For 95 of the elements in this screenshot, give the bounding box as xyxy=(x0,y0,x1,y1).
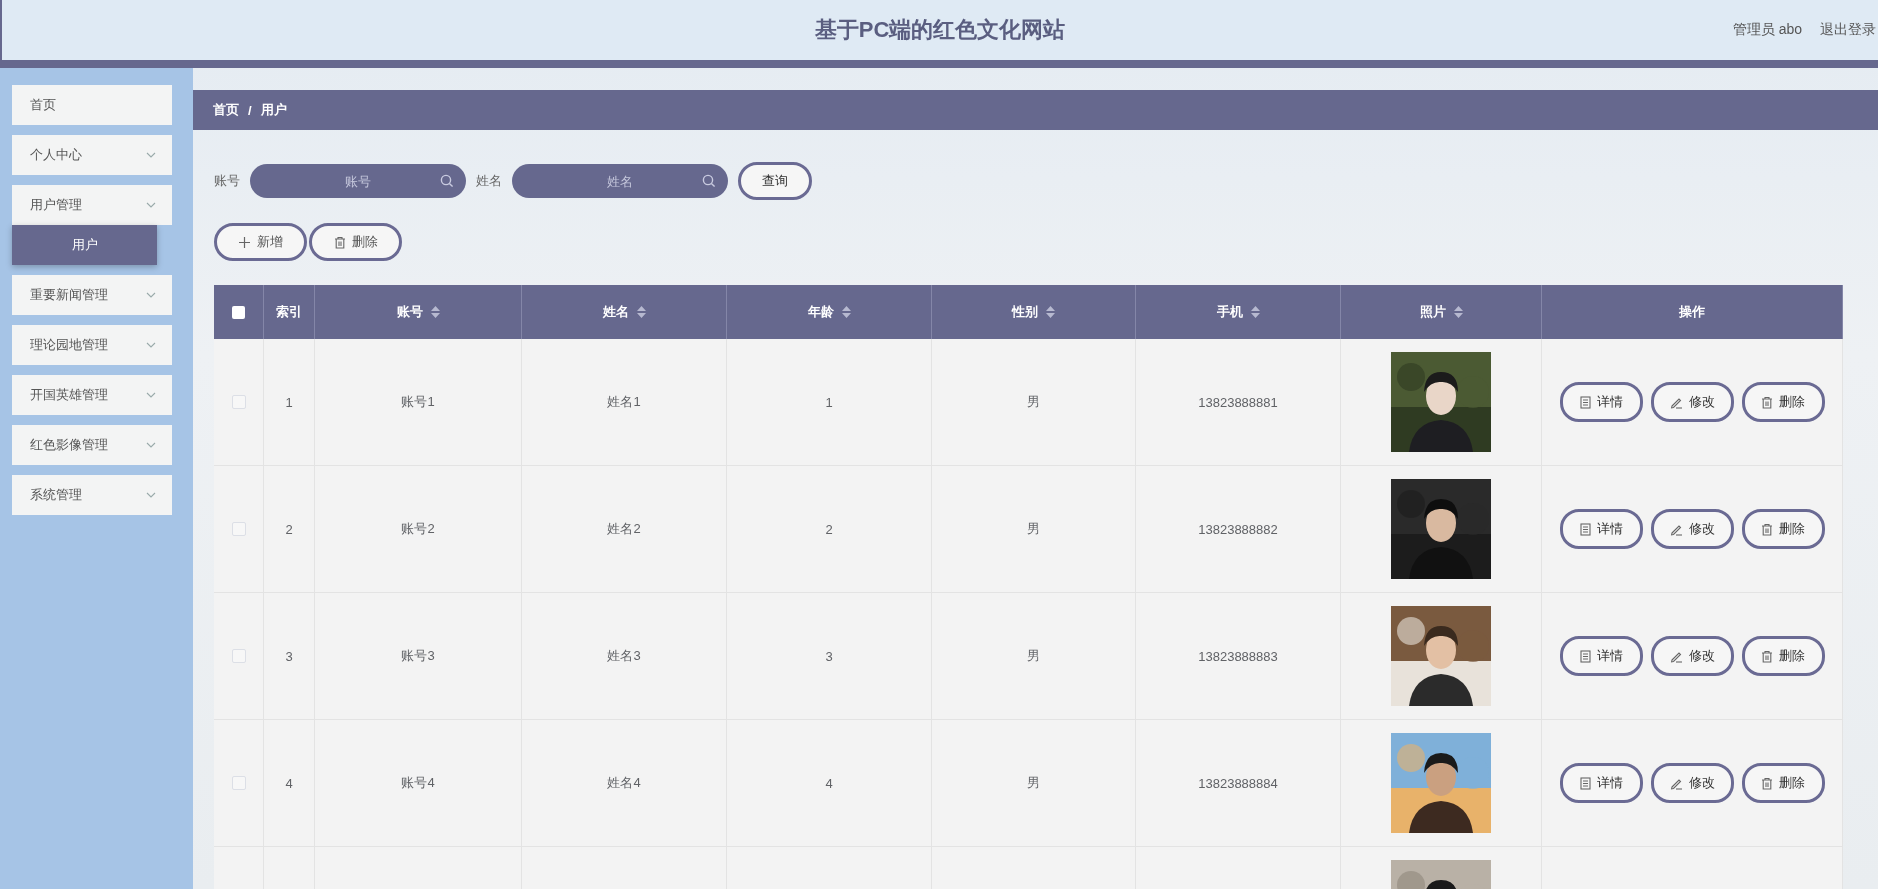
checkbox[interactable] xyxy=(231,776,246,790)
checkbox[interactable] xyxy=(231,522,246,536)
table-cell: 13823888883 xyxy=(1136,593,1341,720)
edit-button[interactable]: 修改 xyxy=(1650,382,1734,422)
detail-button[interactable]: 详情 xyxy=(1559,382,1643,422)
menu-item[interactable]: 用户管理 xyxy=(12,185,172,225)
delete-button[interactable]: 删除 xyxy=(1741,509,1825,549)
checkbox[interactable] xyxy=(231,649,246,663)
plus-icon xyxy=(238,235,251,249)
table-cell: 13823888882 xyxy=(1136,466,1341,593)
edit-button[interactable]: 修改 xyxy=(1650,763,1734,803)
detail-button[interactable]: 详情 xyxy=(1559,763,1643,803)
search-icon xyxy=(440,174,454,188)
document-icon xyxy=(1579,649,1591,663)
search-icon xyxy=(702,174,716,188)
breadcrumb-item[interactable]: 首页 xyxy=(213,101,239,119)
checkbox[interactable] xyxy=(231,395,246,409)
column-header[interactable]: 手机 xyxy=(1136,285,1341,339)
table-cell: 3 xyxy=(264,593,315,720)
table-cell: 姓名2 xyxy=(522,466,727,593)
menu-item[interactable]: 红色影像管理 xyxy=(12,425,172,465)
column-header[interactable]: 姓名 xyxy=(522,285,727,339)
table-cell: 姓名3 xyxy=(522,593,727,720)
table-cell: 账号1 xyxy=(315,339,522,466)
trash-icon xyxy=(1761,522,1773,536)
add-button[interactable]: 新增 xyxy=(214,223,307,261)
column-header[interactable]: 年龄 xyxy=(727,285,932,339)
edit-button[interactable]: 修改 xyxy=(1650,509,1734,549)
breadcrumb-item: 用户 xyxy=(260,101,287,119)
table-cell: 1 xyxy=(727,339,932,466)
search-field[interactable]: 账号 xyxy=(250,164,466,198)
checkbox[interactable] xyxy=(232,305,245,319)
menu-item[interactable]: 开国英雄管理 xyxy=(12,375,172,415)
submenu-item[interactable]: 用户 xyxy=(12,225,157,265)
table-cell: 3 xyxy=(727,593,932,720)
table-cell: 4 xyxy=(264,720,315,847)
column-header[interactable]: 照片 xyxy=(1341,285,1542,339)
breadcrumb-separator: / xyxy=(248,102,252,118)
delete-button[interactable]: 删除 xyxy=(1741,636,1825,676)
trash-icon xyxy=(333,235,346,249)
menu-item[interactable]: 理论园地管理 xyxy=(12,325,172,365)
table-cell: 账号2 xyxy=(315,466,522,593)
table-cell: 男 xyxy=(932,466,1136,593)
user-label: 管理员 abo xyxy=(1732,21,1802,39)
trash-icon xyxy=(1761,649,1773,663)
delete-button[interactable]: 删除 xyxy=(309,223,402,261)
menu-item[interactable]: 系统管理 xyxy=(12,475,172,515)
search-button[interactable]: 查询 xyxy=(738,162,812,200)
menu-item[interactable]: 首页 xyxy=(12,85,172,125)
trash-icon xyxy=(1761,776,1773,790)
document-icon xyxy=(1579,395,1591,409)
sort-icon[interactable] xyxy=(1453,306,1463,318)
logout-link[interactable]: 退出登录 xyxy=(1820,21,1876,39)
table-cell: 男 xyxy=(932,339,1136,466)
detail-button[interactable]: 详情 xyxy=(1559,636,1643,676)
menu-item[interactable]: 重要新闻管理 xyxy=(12,275,172,315)
table-cell: 2 xyxy=(727,466,932,593)
column-title: 年龄 xyxy=(807,303,834,321)
sort-icon[interactable] xyxy=(1046,306,1055,318)
document-icon xyxy=(1579,522,1591,536)
table-cell: 男 xyxy=(932,720,1136,847)
column-header[interactable]: 账号 xyxy=(315,285,522,339)
table-cell: 账号4 xyxy=(315,720,522,847)
edit-button[interactable]: 修改 xyxy=(1650,636,1734,676)
trash-icon xyxy=(1761,395,1773,409)
column-title: 性别 xyxy=(1012,303,1038,321)
table-cell: 姓名1 xyxy=(522,339,727,466)
delete-button[interactable]: 删除 xyxy=(1741,763,1825,803)
delete-button[interactable]: 删除 xyxy=(1741,382,1825,422)
site-title: 基于PC端的红色文化网站 xyxy=(814,16,1066,44)
table-cell: 13823888884 xyxy=(1136,720,1341,847)
column-header[interactable]: 性别 xyxy=(932,285,1136,339)
table-cell: 4 xyxy=(727,720,932,847)
column-title: 姓名 xyxy=(602,303,629,321)
table-cell: 2 xyxy=(264,466,315,593)
column-header: 索引 xyxy=(264,285,315,339)
table-cell: 13823888881 xyxy=(1136,339,1341,466)
table-cell: 1 xyxy=(264,339,315,466)
menu-item[interactable]: 个人中心 xyxy=(12,135,172,175)
sort-icon[interactable] xyxy=(841,306,851,318)
column-title: 账号 xyxy=(396,303,423,321)
sort-icon[interactable] xyxy=(430,306,440,318)
search-field[interactable]: 姓名 xyxy=(512,164,728,198)
column-title: 手机 xyxy=(1216,303,1243,321)
column-title: 照片 xyxy=(1419,303,1446,321)
detail-button[interactable]: 详情 xyxy=(1559,509,1643,549)
document-icon xyxy=(1579,776,1591,790)
table-cell: 男 xyxy=(932,593,1136,720)
sort-icon[interactable] xyxy=(636,306,646,318)
column-header: 操作 xyxy=(1542,285,1843,339)
sort-icon[interactable] xyxy=(1250,306,1260,318)
field-label: 姓名 xyxy=(476,172,502,190)
field-label: 账号 xyxy=(214,172,240,190)
table-cell: 账号3 xyxy=(315,593,522,720)
table-cell: 姓名4 xyxy=(522,720,727,847)
